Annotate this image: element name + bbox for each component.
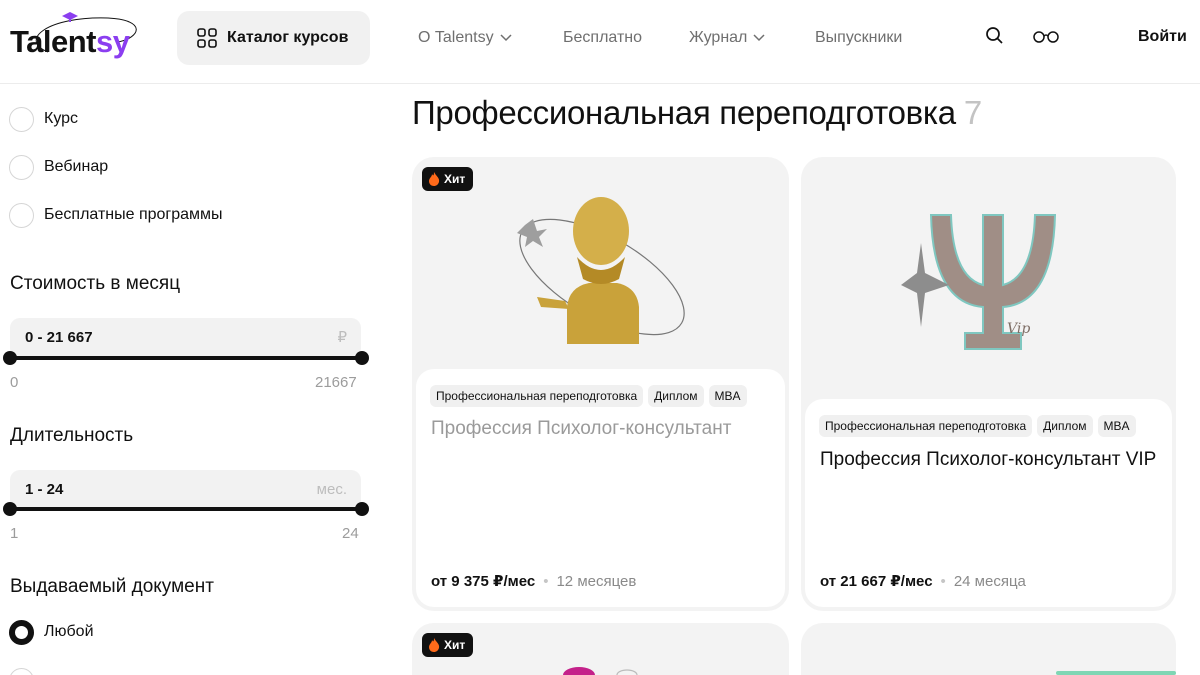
duration-slider-track[interactable] xyxy=(10,507,362,511)
catalog-button[interactable]: Каталог курсов xyxy=(177,11,370,65)
search-icon[interactable] xyxy=(985,26,1005,46)
course-card[interactable] xyxy=(801,623,1176,675)
course-duration: 24 месяца xyxy=(953,573,1026,590)
cost-slider-track[interactable] xyxy=(10,356,362,360)
tag: Профессиональная переподготовка xyxy=(430,385,644,407)
course-card[interactable]: Vip Профессиональная переподготовка Дипл… xyxy=(801,157,1176,611)
tag: MBA xyxy=(1097,415,1136,437)
course-card[interactable]: Хит Профессиональная переподготовка Дипл… xyxy=(412,157,789,611)
svg-text:Vip: Vip xyxy=(1007,321,1030,337)
catalog-label: Каталог курсов xyxy=(227,29,349,46)
tag: MBA xyxy=(708,385,747,407)
tag-list: Профессиональная переподготовка Диплом M… xyxy=(819,415,1136,437)
duration-slider-min-handle[interactable] xyxy=(3,502,17,516)
logo-text: Talentsy xyxy=(10,24,130,59)
decorative-bar xyxy=(1056,671,1176,675)
course-price: от 9 375 ₽/мес xyxy=(431,573,536,590)
hit-badge: Хит xyxy=(422,633,474,657)
cost-min-label: 0 xyxy=(10,374,19,391)
separator-dot: • xyxy=(543,573,549,590)
separator-dot: • xyxy=(940,573,946,590)
cost-range-input[interactable]: 0 - 21 667 ₽ xyxy=(10,318,361,358)
radio-button[interactable] xyxy=(9,154,34,180)
course-duration: 12 месяцев xyxy=(556,573,637,590)
duration-filter-title: Длительность xyxy=(10,425,134,446)
duration-slider-max-handle[interactable] xyxy=(355,502,369,516)
nav-free[interactable]: Бесплатно xyxy=(563,0,642,76)
tag: Диплом xyxy=(648,385,704,407)
course-title[interactable]: Профессия Психолог-консультант xyxy=(431,419,770,439)
radio-button[interactable] xyxy=(9,667,34,675)
talentsy-logo[interactable]: Talentsy xyxy=(8,10,148,72)
cost-slider-max-handle[interactable] xyxy=(355,351,369,365)
results-count: 7 xyxy=(963,94,982,131)
radio-button[interactable] xyxy=(9,106,34,132)
duration-range-input[interactable]: 1 - 24 мес. xyxy=(10,470,361,510)
cost-slider-min-handle[interactable] xyxy=(3,351,17,365)
course-price: от 21 667 ₽/мес xyxy=(820,573,933,590)
psi-vip-illustration: Vip xyxy=(901,214,1057,350)
page-title: Профессиональная переподготовка 7 xyxy=(412,94,982,131)
filter-document-next[interactable] xyxy=(9,666,34,675)
course-title[interactable]: Профессия Психолог-консультант VIP xyxy=(820,450,1157,470)
card-body: Профессиональная переподготовка Диплом M… xyxy=(805,399,1172,607)
grid-icon xyxy=(197,28,217,48)
course-meta: от 21 667 ₽/мес • 24 месяца xyxy=(820,572,1026,590)
currency-label: ₽ xyxy=(337,329,347,346)
nav-about[interactable]: О Talentsy xyxy=(418,0,512,76)
hit-badge: Хит xyxy=(422,167,474,191)
filter-type-webinar[interactable]: Вебинар xyxy=(9,153,108,181)
card-body: Профессиональная переподготовка Диплом M… xyxy=(416,369,785,607)
fire-icon xyxy=(429,638,440,652)
tag: Профессиональная переподготовка xyxy=(819,415,1033,437)
chevron-down-icon xyxy=(753,34,765,42)
cost-max-label: 21667 xyxy=(315,374,357,391)
tag-list: Профессиональная переподготовка Диплом M… xyxy=(430,385,747,407)
unit-label: мес. xyxy=(316,481,347,498)
duration-min-label: 1 xyxy=(10,525,19,542)
glasses-icon[interactable] xyxy=(1033,30,1059,44)
tag: Диплом xyxy=(1037,415,1093,437)
filter-type-course[interactable]: Курс xyxy=(9,105,78,133)
cost-filter-title: Стоимость в месяц xyxy=(10,273,181,294)
course-illustration xyxy=(563,667,638,675)
nav-graduates[interactable]: Выпускники xyxy=(815,0,902,76)
login-button[interactable]: Войти xyxy=(1138,28,1187,46)
duration-max-label: 24 xyxy=(342,525,359,542)
filter-document-any[interactable]: Любой xyxy=(9,618,94,646)
site-header: Talentsy Каталог курсов О Talentsy Беспл… xyxy=(0,0,1200,84)
document-filter-title: Выдаваемый документ xyxy=(10,576,214,597)
course-meta: от 9 375 ₽/мес • 12 месяцев xyxy=(431,572,636,590)
freud-bust-illustration xyxy=(517,197,685,344)
radio-button[interactable] xyxy=(9,202,34,228)
filter-type-free[interactable]: Бесплатные программы xyxy=(9,201,223,229)
fire-icon xyxy=(429,172,440,186)
chevron-down-icon xyxy=(500,34,512,42)
nav-journal[interactable]: Журнал xyxy=(689,0,765,76)
course-card[interactable]: Хит xyxy=(412,623,789,675)
radio-button-checked[interactable] xyxy=(9,619,34,645)
